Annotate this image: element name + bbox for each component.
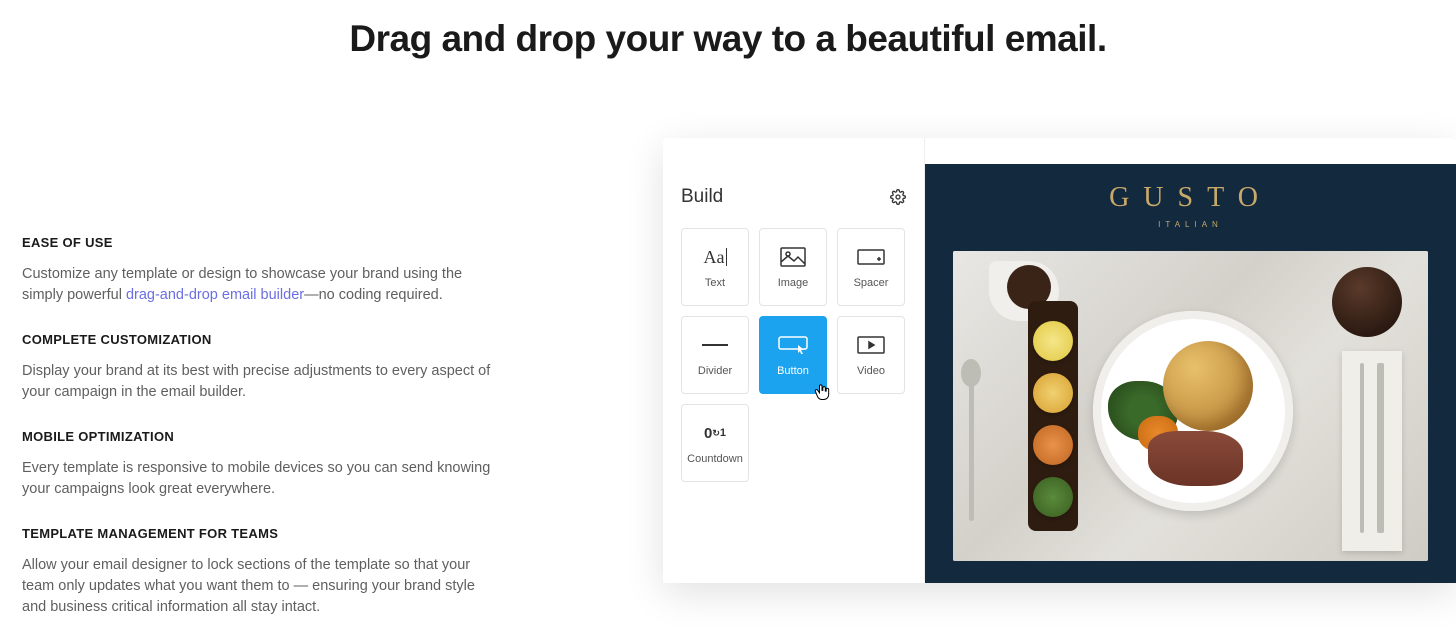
feature-ease-of-use: EASE OF USE Customize any template or de… <box>22 235 500 306</box>
feature-text: —no coding required. <box>304 287 443 303</box>
meat-illustration <box>1148 431 1243 486</box>
brand-subtitle: ITALIAN <box>925 220 1456 229</box>
cursor-hand-icon <box>812 381 832 403</box>
feature-mobile-optimization: MOBILE OPTIMIZATION Every template is re… <box>22 429 500 500</box>
button-icon <box>778 333 808 357</box>
block-divider[interactable]: Divider <box>681 316 749 394</box>
block-grid: Aa Text Image Spacer <box>681 228 906 482</box>
bowl-illustration <box>1033 425 1073 465</box>
tile-label: Spacer <box>854 277 889 289</box>
tile-label: Button <box>777 365 809 377</box>
block-text[interactable]: Aa Text <box>681 228 749 306</box>
email-builder-window: Build Aa Text Image <box>663 138 1456 583</box>
feature-body: Customize any template or design to show… <box>22 264 500 306</box>
spoon-illustration <box>969 371 974 521</box>
block-button[interactable]: Button <box>759 316 827 394</box>
bread-roll-illustration <box>1163 341 1253 431</box>
tile-label: Image <box>778 277 809 289</box>
spacer-icon <box>857 245 885 269</box>
feature-heading: TEMPLATE MANAGEMENT FOR TEAMS <box>22 526 500 541</box>
tile-label: Divider <box>698 365 732 377</box>
feature-template-management: TEMPLATE MANAGEMENT FOR TEAMS Allow your… <box>22 526 500 618</box>
countdown-icon: 0↻1 <box>704 421 726 445</box>
gear-icon[interactable] <box>890 189 906 205</box>
tile-label: Video <box>857 365 885 377</box>
block-countdown[interactable]: 0↻1 Countdown <box>681 404 749 482</box>
tile-label: Countdown <box>687 453 743 465</box>
divider-icon <box>702 333 728 357</box>
video-icon <box>857 333 885 357</box>
napkin-illustration <box>1342 351 1402 551</box>
bowl-illustration <box>1033 477 1073 517</box>
bowl-illustration <box>1033 321 1073 361</box>
fork-illustration <box>1360 363 1364 533</box>
brand-header: GUSTO ITALIAN <box>925 164 1456 237</box>
drink-glass-illustration <box>1332 267 1402 337</box>
image-icon <box>780 245 806 269</box>
feature-heading: MOBILE OPTIMIZATION <box>22 429 500 444</box>
knife-illustration <box>1377 363 1384 533</box>
bowl-illustration <box>1033 373 1073 413</box>
block-spacer[interactable]: Spacer <box>837 228 905 306</box>
block-video[interactable]: Video <box>837 316 905 394</box>
email-preview: GUSTO ITALIAN <box>925 164 1456 583</box>
drag-and-drop-link[interactable]: drag-and-drop email builder <box>126 287 304 303</box>
feature-body: Display your brand at its best with prec… <box>22 361 500 403</box>
brand-name: GUSTO <box>925 182 1456 214</box>
build-panel: Build Aa Text Image <box>663 138 925 583</box>
panel-title: Build <box>681 186 723 208</box>
hero-image <box>953 251 1428 561</box>
block-image[interactable]: Image <box>759 228 827 306</box>
hero-title: Drag and drop your way to a beautiful em… <box>0 18 1456 60</box>
feature-complete-customization: COMPLETE CUSTOMIZATION Display your bran… <box>22 332 500 403</box>
features-column: EASE OF USE Customize any template or de… <box>0 60 500 644</box>
feature-heading: EASE OF USE <box>22 235 500 250</box>
feature-body: Every template is responsive to mobile d… <box>22 458 500 500</box>
tile-label: Text <box>705 277 725 289</box>
feature-heading: COMPLETE CUSTOMIZATION <box>22 332 500 347</box>
text-icon: Aa <box>704 245 727 269</box>
